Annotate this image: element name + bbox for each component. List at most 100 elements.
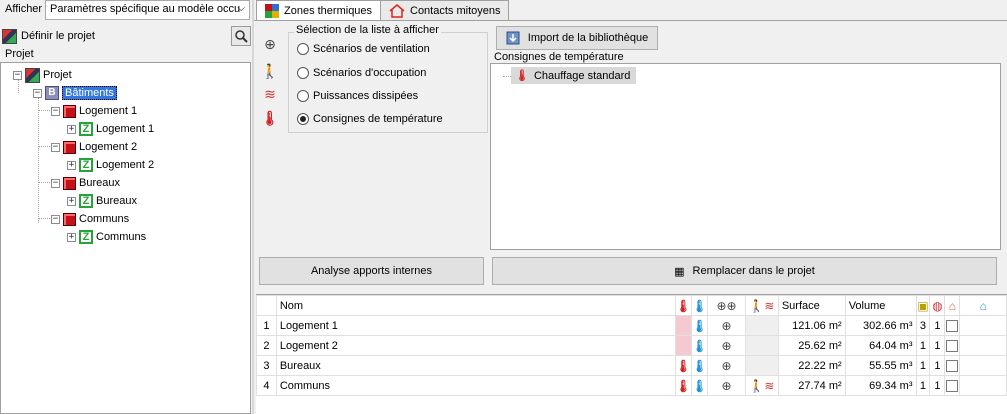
- radio-button[interactable]: [297, 113, 309, 125]
- thermometer-icon: 🌡: [515, 70, 529, 82]
- zone-count-icon: ▣: [915, 295, 931, 316]
- checkbox[interactable]: [946, 359, 959, 372]
- collapse-icon[interactable]: −: [33, 88, 42, 98]
- tab-divider: [254, 20, 1007, 21]
- tree-node-projet[interactable]: − Projet: [13, 67, 72, 83]
- ventilation-icon: ⊕: [707, 335, 746, 356]
- expand-icon[interactable]: +: [67, 196, 76, 206]
- col-volume[interactable]: Volume: [844, 295, 917, 316]
- tree-node-batiments[interactable]: − B Bâtiments: [33, 85, 117, 101]
- fan-icon: ⊕: [264, 36, 276, 52]
- tree-node-group[interactable]: − Communs: [51, 211, 129, 227]
- building-icon: [63, 212, 76, 226]
- radio-button[interactable]: [297, 67, 309, 79]
- collapse-icon[interactable]: −: [13, 70, 22, 80]
- tree-label: Projet: [43, 69, 72, 81]
- button-label: Analyse apports internes: [310, 265, 433, 277]
- ventilation-icon: ⊕: [707, 355, 746, 376]
- building-b-icon: B: [45, 86, 59, 100]
- expand-icon[interactable]: +: [67, 160, 76, 170]
- ventilation-icon: ⊕⊕: [707, 295, 746, 316]
- tree-node-zone[interactable]: + Z Logement 2: [67, 157, 154, 173]
- person-icon: 🚶: [261, 63, 279, 79]
- tree-label: Bureaux: [79, 177, 120, 189]
- import-icon: [506, 31, 520, 45]
- project-icon: [25, 67, 40, 83]
- table-row[interactable]: 4 Communs 🌡 🌡 ⊕ 🚶≋ 27.74 m² 69.34 m³ 1 1: [256, 375, 1007, 396]
- list-item[interactable]: 🌡 Chauffage standard: [511, 67, 636, 84]
- tree-node-group[interactable]: − Bureaux: [51, 175, 120, 191]
- heat-icon: ≋: [264, 86, 276, 102]
- radio-button[interactable]: [297, 43, 309, 55]
- radio-button[interactable]: [297, 90, 309, 102]
- building-icon: [63, 104, 76, 118]
- tree-label: Bâtiments: [62, 86, 117, 100]
- project-tree[interactable]: − Projet − B Bâtiments − Logement 1 + Z …: [0, 62, 251, 414]
- tree-label: Communs: [96, 231, 147, 243]
- globe-icon: ◍: [929, 295, 946, 316]
- col-surface[interactable]: Surface: [777, 295, 846, 316]
- radio-label: Scénarios de ventilation: [313, 43, 430, 55]
- consignes-list[interactable]: 🌡 Chauffage standard: [490, 63, 1001, 250]
- afficher-label: Afficher: [5, 3, 43, 15]
- zone-icon: Z: [79, 230, 93, 244]
- house-blue-icon: ⌂: [959, 295, 1007, 316]
- tree-label: Bureaux: [96, 195, 137, 207]
- search-button[interactable]: [231, 26, 251, 46]
- consignes-label: Consignes de température: [494, 51, 624, 63]
- thermometer-blue-icon: 🌡: [690, 315, 709, 336]
- tree-node-group[interactable]: − Logement 1: [51, 103, 137, 119]
- ventilation-icon: ⊕: [707, 375, 746, 396]
- building-icon: [63, 140, 76, 154]
- analyse-button[interactable]: Analyse apports internes: [259, 257, 484, 285]
- expand-icon[interactable]: +: [67, 232, 76, 242]
- pane-splitter[interactable]: [252, 0, 254, 414]
- radio-label: Scénarios d'occupation: [313, 67, 427, 79]
- checkbox[interactable]: [946, 319, 959, 332]
- afficher-select[interactable]: Paramètres spécifique au modèle occu ⌵: [45, 0, 250, 20]
- building-icon: [63, 176, 76, 190]
- thermometer-icon: 🌡: [261, 110, 279, 126]
- collapse-icon[interactable]: −: [51, 214, 60, 224]
- radio-puissances[interactable]: Puissances dissipées: [297, 90, 418, 102]
- checkbox[interactable]: [946, 379, 959, 392]
- zone-icon: Z: [79, 158, 93, 172]
- checkbox[interactable]: [946, 339, 959, 352]
- tree-node-zone[interactable]: + Z Logement 1: [67, 121, 154, 137]
- ventilation-icon: ⊕: [707, 315, 746, 336]
- tree-node-zone[interactable]: + Z Bureaux: [67, 193, 137, 209]
- collapse-icon[interactable]: −: [51, 178, 60, 188]
- zones-icon: [265, 4, 279, 18]
- tree-node-zone[interactable]: + Z Communs: [67, 229, 146, 245]
- zones-table[interactable]: Nom 🌡 🌡 ⊕⊕ 🚶≋ Surface Volume ▣ ◍ ⌂ ⌂ 1 L…: [256, 294, 1007, 414]
- radio-consignes[interactable]: Consignes de température: [297, 113, 443, 125]
- tab-contacts-mitoyens[interactable]: Contacts mitoyens: [380, 0, 510, 20]
- expand-icon[interactable]: +: [67, 124, 76, 134]
- thermometer-blue-icon: 🌡: [690, 355, 709, 376]
- button-label: Remplacer dans le projet: [692, 265, 815, 277]
- replace-button[interactable]: ▦ Remplacer dans le projet: [492, 257, 997, 285]
- occupation-heat-icon: 🚶≋: [744, 295, 779, 316]
- col-nom[interactable]: Nom: [275, 295, 676, 316]
- tree-node-group[interactable]: − Logement 2: [51, 139, 137, 155]
- occupation-heat-icon: 🚶≋: [744, 375, 779, 396]
- collapse-icon[interactable]: −: [51, 142, 60, 152]
- table-header-row: Nom 🌡 🌡 ⊕⊕ 🚶≋ Surface Volume ▣ ◍ ⌂ ⌂: [256, 295, 1007, 316]
- table-row[interactable]: 2 Logement 2 🌡 ⊕ 25.62 m² 64.04 m³ 1 1: [256, 335, 1007, 356]
- thermometer-icon: 🌡: [674, 375, 692, 396]
- zone-icon: Z: [79, 194, 93, 208]
- define-project-row[interactable]: Définir le projet: [2, 28, 95, 44]
- house-red-icon: ⌂: [944, 295, 961, 316]
- table-row[interactable]: 1 Logement 1 🌡 ⊕ 121.06 m² 302.66 m³ 3 1: [256, 315, 1007, 336]
- import-library-button[interactable]: Import de la bibliothèque: [496, 26, 658, 50]
- house-icon: [389, 3, 405, 18]
- radio-occupation[interactable]: Scénarios d'occupation: [297, 67, 426, 79]
- tab-label: Zones thermiques: [284, 5, 373, 17]
- tab-zones-thermiques[interactable]: Zones thermiques: [256, 0, 382, 21]
- collapse-icon[interactable]: −: [51, 106, 60, 116]
- thermometer-blue-icon: 🌡: [690, 335, 709, 356]
- tab-label: Contacts mitoyens: [410, 4, 501, 17]
- table-row[interactable]: 3 Bureaux 🌡 🌡 ⊕ 22.22 m² 55.55 m³ 1 1: [256, 355, 1007, 376]
- radio-ventilation[interactable]: Scénarios de ventilation: [297, 43, 430, 55]
- tree-label: Logement 1: [96, 123, 155, 135]
